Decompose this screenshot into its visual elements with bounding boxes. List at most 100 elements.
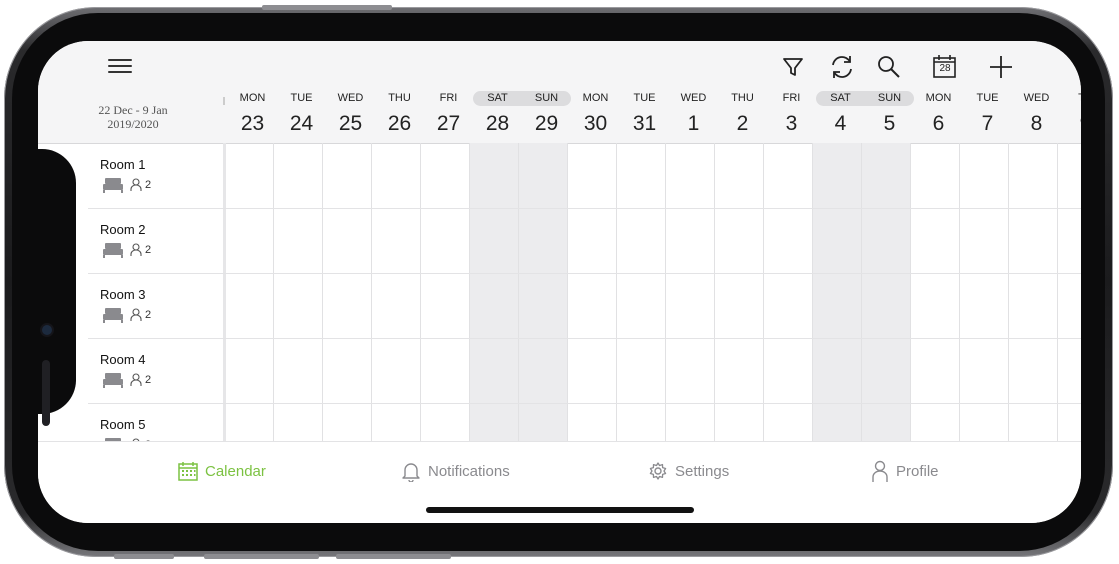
header-divider — [223, 97, 225, 105]
guest-count: 2 — [145, 374, 152, 386]
day-header[interactable]: MON 23 — [228, 91, 277, 136]
day-header[interactable]: MON 6 — [914, 91, 963, 136]
add-icon[interactable] — [987, 53, 1015, 81]
app-screen: 28 22 Dec - 9 Jan 2019/2020 MON 23 TUE 24 WE… — [38, 41, 1081, 523]
gear-icon — [649, 462, 667, 480]
day-column[interactable] — [1058, 143, 1081, 441]
day-of-week: THU — [388, 92, 411, 104]
day-column[interactable] — [225, 143, 274, 441]
day-header[interactable]: WED 8 — [1012, 91, 1061, 136]
day-header[interactable]: TUE 31 — [620, 91, 669, 136]
volume-button — [262, 5, 392, 10]
bed-icon — [103, 308, 123, 323]
tab-settings[interactable]: Settings — [647, 460, 729, 482]
date-range-dates: 22 Dec - 9 Jan — [98, 103, 168, 117]
day-number: 26 — [387, 112, 412, 135]
day-number: 1 — [687, 112, 700, 135]
person-icon — [872, 460, 888, 482]
day-of-week: MON — [582, 92, 609, 104]
day-column[interactable] — [519, 143, 568, 441]
day-number: 25 — [338, 112, 363, 135]
day-of-week: WED — [680, 92, 707, 104]
today-number: 28 — [939, 63, 951, 74]
date-range-years: 2019/2020 — [107, 117, 159, 131]
day-header[interactable]: THU 26 — [375, 91, 424, 136]
room-row[interactable]: Room 4 2 — [100, 352, 220, 391]
day-header[interactable]: SUN 29 — [522, 91, 571, 136]
day-header[interactable]: THU 2 — [718, 91, 767, 136]
guest-count: 2 — [145, 179, 152, 191]
room-meta: 2 — [100, 176, 220, 196]
day-header[interactable]: SAT 4 — [816, 91, 865, 136]
notch — [38, 149, 76, 426]
room-name: Room 2 — [100, 222, 146, 237]
bell-icon — [402, 463, 420, 482]
day-header[interactable]: SUN 5 — [865, 91, 914, 136]
mute-switch — [114, 554, 174, 559]
filter-icon[interactable] — [779, 53, 807, 81]
room-meta: 2 — [100, 306, 220, 326]
room-row[interactable]: Room 2 2 — [100, 222, 220, 261]
day-of-week: MON — [239, 92, 266, 104]
day-number: 2 — [736, 112, 749, 135]
day-header[interactable]: WED 1 — [669, 91, 718, 136]
day-header[interactable]: MON 30 — [571, 91, 620, 136]
day-number: 30 — [583, 112, 608, 135]
room-meta: 2 — [100, 371, 220, 391]
day-column[interactable] — [862, 143, 911, 441]
day-column[interactable] — [911, 143, 960, 441]
day-column[interactable] — [764, 143, 813, 441]
day-column[interactable] — [568, 143, 617, 441]
day-of-week: SUN — [522, 91, 571, 106]
day-header[interactable]: TH 9 — [1061, 91, 1081, 136]
day-header[interactable]: TUE 24 — [277, 91, 326, 136]
day-number: 6 — [932, 112, 945, 135]
day-column[interactable] — [470, 143, 519, 441]
row-divider — [88, 338, 1081, 339]
day-column[interactable] — [617, 143, 666, 441]
day-column[interactable] — [1009, 143, 1058, 441]
room-name: Room 5 — [100, 417, 146, 432]
room-name: Room 4 — [100, 352, 146, 367]
room-meta: 2 — [100, 241, 220, 261]
day-number: 8 — [1030, 112, 1043, 135]
speaker-grille — [42, 360, 50, 426]
room-row[interactable]: Room 3 2 — [100, 287, 220, 326]
day-column[interactable] — [323, 143, 372, 441]
day-header[interactable]: WED 25 — [326, 91, 375, 136]
guest-icon — [130, 308, 142, 321]
day-column[interactable] — [421, 143, 470, 441]
day-number: 27 — [436, 112, 461, 135]
date-range-label[interactable]: 22 Dec - 9 Jan 2019/2020 — [78, 103, 188, 131]
refresh-icon[interactable] — [827, 52, 857, 82]
room-name: Room 3 — [100, 287, 146, 302]
tab-notifications[interactable]: Notifications — [400, 460, 510, 482]
day-header[interactable]: FRI 27 — [424, 91, 473, 136]
calendar-today-icon[interactable]: 28 — [931, 53, 959, 81]
tab-profile[interactable]: Profile — [870, 460, 939, 482]
tab-notifications-label: Notifications — [428, 462, 510, 480]
tab-calendar[interactable]: Calendar — [177, 460, 266, 482]
day-column[interactable] — [813, 143, 862, 441]
day-header[interactable]: SAT 28 — [473, 91, 522, 136]
day-header[interactable]: FRI 3 — [767, 91, 816, 136]
tab-settings-label: Settings — [675, 462, 730, 480]
day-header[interactable]: TUE 7 — [963, 91, 1012, 136]
day-column[interactable] — [372, 143, 421, 441]
room-row[interactable]: Room 1 2 — [100, 157, 220, 196]
row-divider — [88, 403, 1081, 404]
day-of-week: SAT — [473, 91, 522, 106]
tab-bar: Calendar Notifications Settings Profile — [38, 441, 1081, 523]
day-of-week: SAT — [816, 91, 865, 106]
booking-grid — [225, 143, 1081, 441]
day-column[interactable] — [715, 143, 764, 441]
day-of-week: WED — [1023, 92, 1050, 104]
search-icon[interactable] — [875, 53, 903, 81]
day-column[interactable] — [274, 143, 323, 441]
tab-profile-label: Profile — [896, 462, 939, 480]
day-column[interactable] — [960, 143, 1009, 441]
day-number: 9 — [1061, 112, 1081, 136]
hamburger-menu-icon[interactable] — [108, 58, 134, 76]
day-column[interactable] — [666, 143, 715, 441]
row-divider — [88, 208, 1081, 209]
